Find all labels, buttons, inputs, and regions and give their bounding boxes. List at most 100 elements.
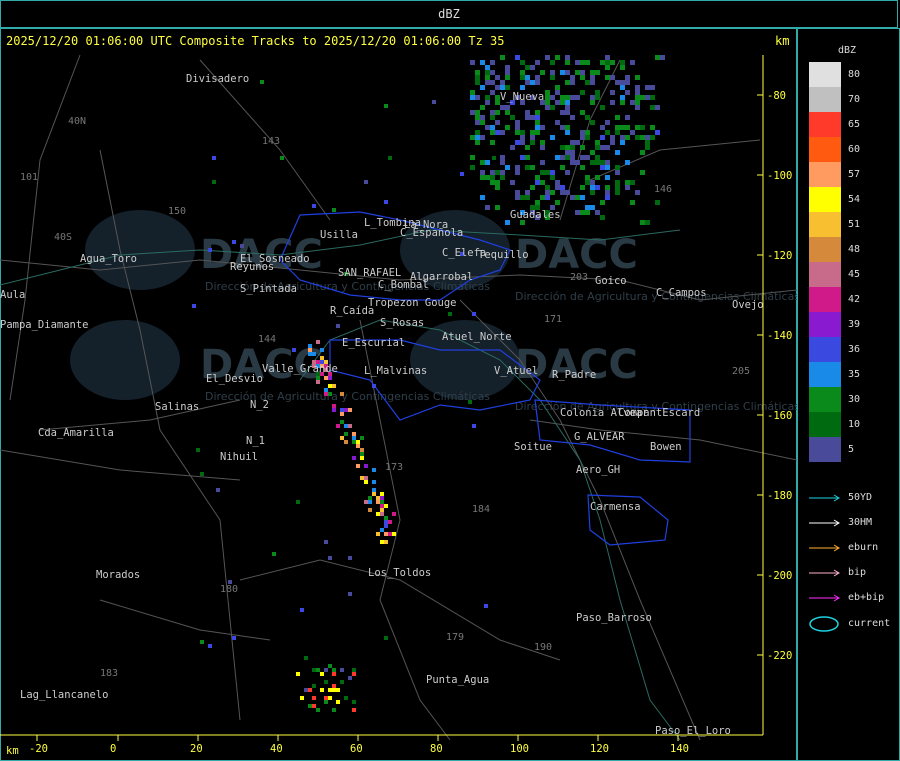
- echo-cell: [336, 700, 340, 704]
- x-tick-label: 40: [270, 743, 283, 755]
- x-tick-label: 100: [510, 743, 529, 755]
- y-tick-label: -120: [767, 250, 792, 262]
- echo-cell: [615, 130, 620, 135]
- echo-cell: [650, 95, 655, 100]
- echo-cell: [292, 348, 296, 352]
- echo-cell: [505, 110, 510, 115]
- echo-cell: [324, 696, 328, 700]
- echo-cell: [384, 516, 388, 520]
- echo-cell: [570, 95, 575, 100]
- echo-cell: [595, 140, 600, 145]
- echo-cell: [272, 552, 276, 556]
- echo-cell: [635, 100, 640, 105]
- echo-cell: [505, 65, 510, 70]
- current-ellipse-icon: [809, 616, 839, 632]
- echo-cell: [490, 110, 495, 115]
- echo-cell: [590, 70, 595, 75]
- echo-cell: [328, 376, 332, 380]
- echo-cell: [328, 696, 332, 700]
- echo-cell: [580, 90, 585, 95]
- track-arrow-icon: [809, 519, 840, 527]
- echo-cell: [490, 115, 495, 120]
- echo-cell: [340, 408, 344, 412]
- echo-cell: [645, 140, 650, 145]
- echo-cell: [555, 55, 560, 60]
- echo-cell: [605, 195, 610, 200]
- legend-swatch: [809, 412, 841, 437]
- route-number: 40S: [54, 232, 72, 243]
- echo-cell: [388, 156, 392, 160]
- echo-cell: [500, 160, 505, 165]
- echo-cell: [560, 190, 565, 195]
- echo-cell: [372, 384, 376, 388]
- echo-cell: [495, 85, 500, 90]
- echo-cell: [600, 200, 605, 205]
- echo-cell: [448, 312, 452, 316]
- place-label: N_1: [246, 435, 265, 447]
- echo-cell: [490, 175, 495, 180]
- echo-cell: [570, 75, 575, 80]
- echo-cell: [600, 135, 605, 140]
- echo-cell: [490, 70, 495, 75]
- echo-cell: [580, 70, 585, 75]
- legend-swatch: [809, 387, 841, 412]
- echo-cell: [550, 135, 555, 140]
- echo-cell: [590, 80, 595, 85]
- echo-cell: [348, 592, 352, 596]
- echo-cell: [475, 115, 480, 120]
- place-label: Paso_Barroso: [576, 612, 652, 624]
- echo-cell: [595, 210, 600, 215]
- echo-cell: [620, 95, 625, 100]
- legend-level-label: 45: [848, 269, 861, 280]
- echo-cell: [332, 688, 336, 692]
- echo-cell: [555, 200, 560, 205]
- echo-cell: [372, 492, 376, 496]
- echo-cell: [520, 155, 525, 160]
- place-label: E_Escurial: [342, 337, 405, 349]
- echo-cell: [545, 105, 550, 110]
- echo-cell: [500, 130, 505, 135]
- echo-cell: [600, 125, 605, 130]
- echo-cell: [364, 500, 368, 504]
- track-label: bip: [848, 567, 867, 578]
- place-label: Punta_Agua: [426, 674, 489, 686]
- echo-cell: [625, 160, 630, 165]
- echo-cell: [304, 688, 308, 692]
- echo-cell: [470, 90, 475, 95]
- echo-cell: [560, 95, 565, 100]
- echo-cell: [535, 60, 540, 65]
- echo-cell: [535, 200, 540, 205]
- echo-cell: [480, 115, 485, 120]
- echo-cell: [352, 456, 356, 460]
- echo-cell: [356, 464, 360, 468]
- echo-cell: [525, 65, 530, 70]
- echo-cell: [610, 75, 615, 80]
- route-number: 205: [732, 366, 750, 377]
- echo-cell: [635, 135, 640, 140]
- echo-cell: [525, 155, 530, 160]
- echo-cell: [336, 424, 340, 428]
- echo-cell: [605, 165, 610, 170]
- y-tick-label: -220: [767, 650, 792, 662]
- y-tick-label: -140: [767, 330, 792, 342]
- y-axis-unit: km: [775, 34, 790, 48]
- echo-cell: [545, 90, 550, 95]
- echo-cell: [490, 60, 495, 65]
- echo-cell: [650, 125, 655, 130]
- echo-cell: [480, 120, 485, 125]
- legend-level-label: 5: [848, 444, 855, 455]
- echo-cell: [595, 90, 600, 95]
- echo-cell: [348, 676, 352, 680]
- echo-cell: [392, 512, 396, 516]
- radar-map[interactable]: DACC DACC DACC DACC Dirección de Agricul…: [0, 0, 797, 761]
- echo-cell: [525, 110, 530, 115]
- echo-cell: [500, 80, 505, 85]
- echo-cell: [635, 90, 640, 95]
- echo-cell: [615, 165, 620, 170]
- echo-cell: [475, 80, 480, 85]
- echo-cell: [515, 140, 520, 145]
- echo-cell: [610, 60, 615, 65]
- echo-cell: [490, 140, 495, 145]
- legend-level-label: 39: [848, 319, 861, 330]
- x-tick-label: 80: [430, 743, 443, 755]
